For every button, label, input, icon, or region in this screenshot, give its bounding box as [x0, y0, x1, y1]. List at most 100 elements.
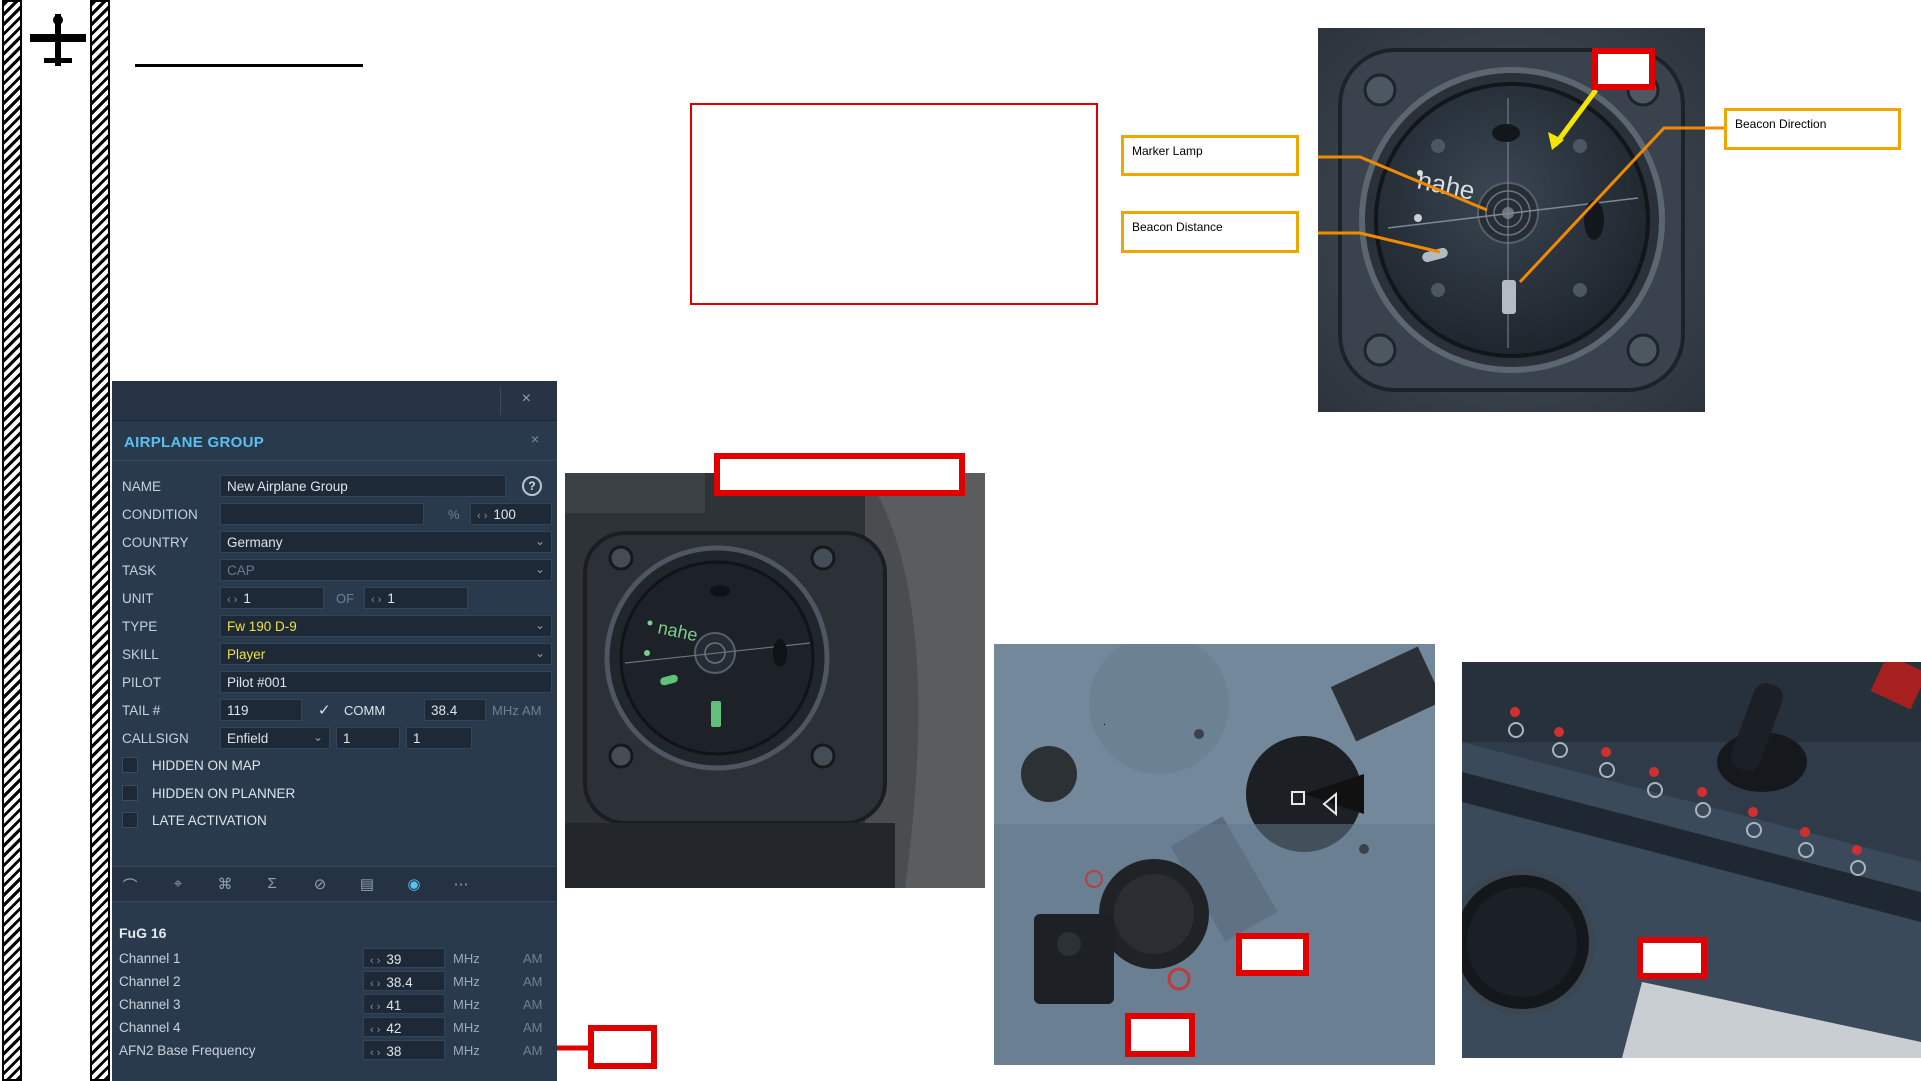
- chevron-down-icon[interactable]: ⌄: [535, 646, 545, 660]
- base-frequency-row: AFN2 Base Frequency ‹ › 38 MHz AM: [119, 1040, 549, 1061]
- comm-label: COMM: [344, 703, 386, 718]
- failures-tab-icon[interactable]: ⊘: [308, 875, 332, 895]
- type-select[interactable]: Fw 190 D-9 ⌄: [220, 615, 552, 637]
- channel-unit: MHz: [453, 1020, 480, 1035]
- summary-tab-icon[interactable]: Σ: [260, 875, 284, 895]
- panel-title: AIRPLANE GROUP: [124, 434, 265, 451]
- country-row: COUNTRY Germany ⌄: [122, 531, 552, 553]
- payload-tab-icon[interactable]: ▤: [355, 875, 379, 895]
- channel-row: Channel 4 ‹ › 42 MHz AM: [119, 1017, 549, 1038]
- checkbox-box[interactable]: [122, 757, 138, 773]
- comm-frequency-input[interactable]: 38.4: [424, 699, 486, 721]
- skill-value: Player: [227, 647, 266, 662]
- channel-value: 42: [386, 1021, 402, 1036]
- targets-tab-icon[interactable]: ⌖: [166, 875, 190, 895]
- unit-of-stepper[interactable]: ‹ › 1: [364, 587, 468, 609]
- channel-value: 41: [386, 998, 402, 1013]
- task-select[interactable]: CAP ⌄: [220, 559, 552, 581]
- route-tab-icon[interactable]: ⌒: [118, 875, 142, 895]
- callsign-number-1[interactable]: 1: [336, 727, 400, 749]
- channel-label: Channel 3: [119, 997, 181, 1012]
- unit-stepper[interactable]: ‹ › 1: [220, 587, 324, 609]
- stepper-arrows-icon[interactable]: ‹ ›: [477, 510, 487, 522]
- channel-label: Channel 2: [119, 974, 181, 989]
- volume-annotation-box: [1125, 1013, 1195, 1057]
- channel-value: 39: [386, 952, 402, 967]
- channel-unit: MHz: [453, 974, 480, 989]
- channel-row: Channel 1 ‹ › 39 MHz AM: [119, 948, 549, 969]
- channel-mode: AM: [523, 1020, 543, 1035]
- unit-of-label: OF: [336, 591, 355, 606]
- checkbox-box[interactable]: [122, 785, 138, 801]
- tail-label: TAIL #: [122, 703, 161, 718]
- pilot-input[interactable]: Pilot #001: [220, 671, 552, 693]
- callsign-value: Enfield: [227, 731, 269, 746]
- channel-unit: MHz: [453, 997, 480, 1012]
- checkbox-label: LATE ACTIVATION: [152, 813, 267, 828]
- radio-tab-icon[interactable]: ◉: [402, 875, 426, 895]
- panel-top-bar: ×: [112, 381, 557, 421]
- stepper-arrows-icon[interactable]: ‹ ›: [227, 594, 237, 606]
- unit-of-value: 1: [387, 591, 395, 606]
- channel-mode: AM: [523, 974, 543, 989]
- channel-frequency-stepper[interactable]: ‹ › 39: [363, 948, 445, 968]
- radio-switch-annotation-box: [1236, 933, 1309, 976]
- checkbox-label: HIDDEN ON MAP: [152, 758, 261, 773]
- country-value: Germany: [227, 535, 283, 550]
- base-frequency-annotation-box: [588, 1025, 657, 1069]
- callsign-label: CALLSIGN: [122, 731, 189, 746]
- cockpit-instrument-photo: nahe: [565, 473, 985, 888]
- channel-frequency-stepper[interactable]: ‹ › 42: [363, 1017, 445, 1037]
- task-value: CAP: [227, 563, 255, 578]
- stepper-arrows-icon[interactable]: ‹ ›: [370, 955, 380, 967]
- stepper-arrows-icon[interactable]: ‹ ›: [370, 1047, 380, 1059]
- task-row: TASK CAP ⌄: [122, 559, 552, 581]
- commands-tab-icon[interactable]: ⌘: [213, 875, 237, 895]
- condition-percent: %: [448, 507, 460, 522]
- close-icon[interactable]: ×: [522, 390, 531, 408]
- base-frequency-value: 38: [386, 1044, 402, 1059]
- base-frequency-stepper[interactable]: ‹ › 38: [363, 1040, 445, 1060]
- chevron-down-icon[interactable]: ⌄: [535, 618, 545, 632]
- unit-row: UNIT ‹ › 1 OF ‹ › 1: [122, 587, 542, 609]
- callsign-select[interactable]: Enfield ⌄: [220, 727, 330, 749]
- chevron-down-icon[interactable]: ⌄: [535, 534, 545, 548]
- skill-row: SKILL Player ⌄: [122, 643, 552, 665]
- type-row: TYPE Fw 190 D-9 ⌄: [122, 615, 552, 637]
- country-select[interactable]: Germany ⌄: [220, 531, 552, 553]
- channel-frequency-stepper[interactable]: ‹ › 38.4: [363, 971, 445, 991]
- tail-input[interactable]: 119: [220, 699, 302, 721]
- stepper-arrows-icon[interactable]: ‹ ›: [370, 1001, 380, 1013]
- chevron-down-icon[interactable]: ⌄: [535, 562, 545, 576]
- unit-value: 1: [243, 591, 251, 606]
- condition-slider[interactable]: [220, 503, 424, 525]
- comm-mhz: MHz: [492, 703, 519, 718]
- callsign-number-2[interactable]: 1: [406, 727, 472, 749]
- condition-label: CONDITION: [122, 507, 198, 522]
- condition-value: 100: [493, 507, 516, 522]
- top-right-annotation-box: [1592, 48, 1655, 90]
- top-bar-separator: [500, 387, 501, 415]
- condition-stepper[interactable]: ‹ › 100: [470, 503, 552, 525]
- checkbox-box[interactable]: [122, 812, 138, 828]
- tail-row: TAIL # 119 ✓ COMM 38.4 MHz AM: [122, 699, 542, 721]
- panel-tab-bar: ⌒ ⌖ ⌘ Σ ⊘ ▤ ◉ ⋯: [112, 866, 557, 902]
- channel-label: Channel 4: [119, 1020, 181, 1035]
- stepper-arrows-icon[interactable]: ‹ ›: [370, 1024, 380, 1036]
- name-input[interactable]: New Airplane Group: [220, 475, 506, 497]
- help-icon[interactable]: ?: [522, 476, 542, 496]
- name-row: NAME New Airplane Group ?: [122, 475, 542, 497]
- type-label: TYPE: [122, 619, 158, 634]
- channel-mode: AM: [523, 951, 543, 966]
- channel-row: Channel 2 ‹ › 38.4 MHz AM: [119, 971, 549, 992]
- header-close-icon[interactable]: ×: [531, 431, 539, 447]
- skill-select[interactable]: Player ⌄: [220, 643, 552, 665]
- chevron-down-icon[interactable]: ⌄: [313, 730, 323, 744]
- stepper-arrows-icon[interactable]: ‹ ›: [371, 594, 381, 606]
- more-tab-icon[interactable]: ⋯: [449, 875, 473, 895]
- comm-check-icon[interactable]: ✓: [318, 701, 331, 719]
- stepper-arrows-icon[interactable]: ‹ ›: [370, 978, 380, 990]
- base-frequency-unit: MHz: [453, 1043, 480, 1058]
- channel-frequency-stepper[interactable]: ‹ › 41: [363, 994, 445, 1014]
- base-frequency-label: AFN2 Base Frequency: [119, 1043, 256, 1058]
